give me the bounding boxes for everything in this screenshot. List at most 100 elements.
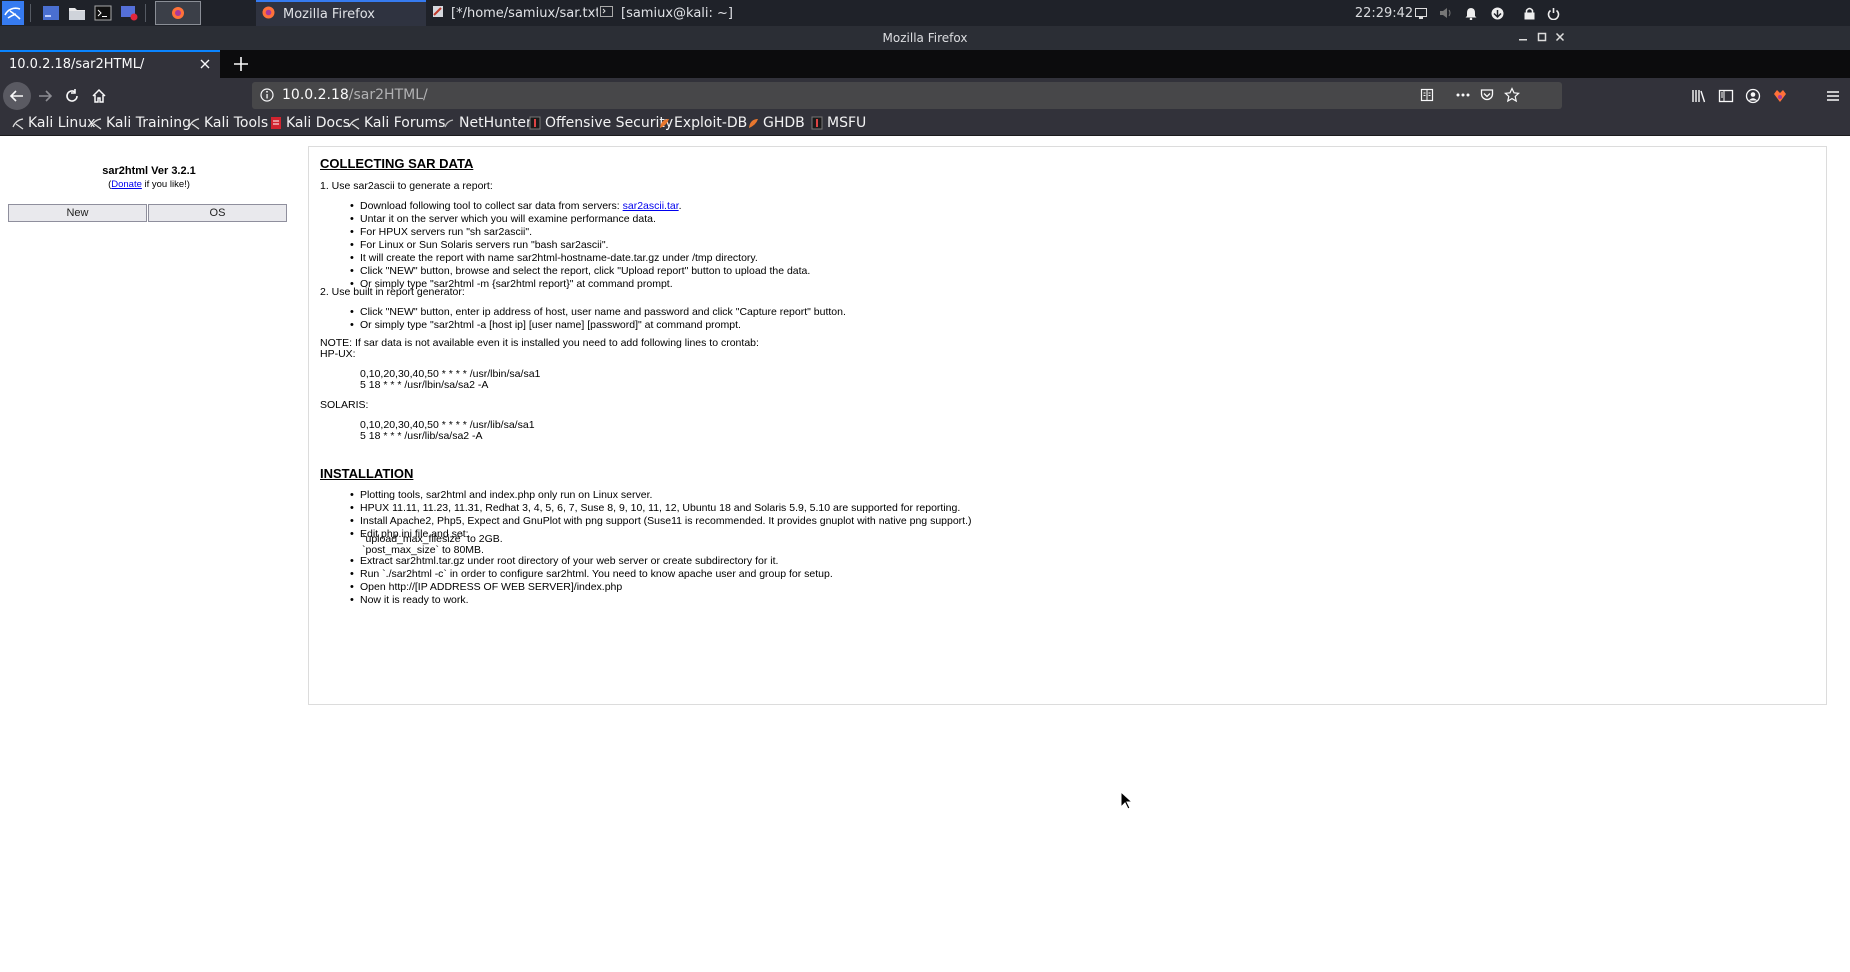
bookmark-ghdb[interactable]: GHDB bbox=[747, 115, 805, 131]
donate-link[interactable]: Donate bbox=[111, 179, 142, 190]
page-actions-icon[interactable] bbox=[1455, 88, 1471, 106]
library-icon[interactable] bbox=[1689, 86, 1709, 106]
list-item: Plotting tools, sar2html and index.php o… bbox=[350, 489, 972, 502]
minimize-icon[interactable] bbox=[1516, 30, 1530, 44]
list-item: Click "NEW" button, browse and select th… bbox=[350, 265, 810, 278]
new-button[interactable]: New bbox=[8, 204, 147, 222]
bookmark-kali-linux[interactable]: Kali Linux bbox=[12, 115, 95, 131]
terminal-small-icon bbox=[600, 5, 613, 21]
bookmark-msfu[interactable]: MSFU bbox=[811, 115, 866, 131]
bookmark-label: Kali Linux bbox=[28, 115, 96, 131]
network-icon[interactable] bbox=[1489, 0, 1505, 26]
sar2ascii-link[interactable]: sar2ascii.tar bbox=[623, 200, 679, 212]
kali-docs-icon bbox=[270, 116, 282, 130]
site-info-icon[interactable] bbox=[260, 88, 274, 106]
solaris-line: 5 18 * * * /usr/lib/sa/sa2 -A bbox=[360, 430, 483, 442]
ghdb-icon bbox=[747, 116, 759, 130]
account-icon[interactable] bbox=[1743, 86, 1763, 106]
lock-screen-icon[interactable] bbox=[1521, 0, 1537, 26]
download-suffix: . bbox=[678, 200, 682, 212]
extension-fox-icon[interactable] bbox=[1770, 86, 1790, 106]
nethunter-icon bbox=[443, 116, 455, 130]
url-text: 10.0.2.18/sar2HTML/ bbox=[282, 87, 428, 103]
clock[interactable]: 22:29:42 bbox=[1355, 0, 1413, 26]
hpux-line: 5 18 * * * /usr/lbin/sa/sa2 -A bbox=[360, 379, 489, 391]
bookmark-label: Offensive Security bbox=[545, 115, 674, 131]
close-window-icon[interactable] bbox=[1553, 30, 1567, 44]
bookmark-kali-training[interactable]: Kali Training bbox=[90, 115, 191, 131]
pocket-icon[interactable] bbox=[1480, 88, 1494, 106]
terminal-icon[interactable] bbox=[93, 3, 113, 23]
taskbar-label: [*/home/samiux/sar.txt ... bbox=[451, 5, 598, 21]
taskbar-firefox[interactable]: Mozilla Firefox bbox=[256, 0, 426, 26]
list-item: Install Apache2, Php5, Expect and GnuPlo… bbox=[350, 515, 972, 528]
kali-dragon-icon bbox=[348, 116, 360, 130]
bookmark-kali-docs[interactable]: Kali Docs bbox=[270, 115, 350, 131]
tab-sar2html[interactable]: 10.0.2.18/sar2HTML/ bbox=[0, 50, 220, 78]
sidebar-icon[interactable] bbox=[1716, 86, 1736, 106]
kali-menu-icon[interactable] bbox=[2, 1, 24, 25]
installation-heading: INSTALLATION bbox=[320, 466, 414, 481]
taskbar-label: [samiux@kali: ~] bbox=[621, 5, 733, 21]
donate-suffix: if you like!) bbox=[141, 179, 190, 190]
firefox-icon bbox=[262, 6, 275, 23]
taskbar-label: Mozilla Firefox bbox=[283, 6, 375, 22]
bookmark-exploit-db[interactable]: Exploit-DB bbox=[658, 115, 747, 131]
screen-recorder-icon[interactable] bbox=[119, 3, 139, 23]
help-panel: COLLECTING SAR DATA 1. Use sar2ascii to … bbox=[308, 146, 1827, 705]
list-item: Click "NEW" button, enter ip address of … bbox=[350, 306, 846, 319]
app-title: sar2html Ver 3.2.1 bbox=[102, 165, 196, 177]
power-icon[interactable] bbox=[1545, 0, 1561, 26]
list-item: Open http://[IP ADDRESS OF WEB SERVER]/i… bbox=[350, 581, 833, 594]
step1-text: 1. Use sar2ascii to generate a report: bbox=[320, 180, 493, 192]
maximize-icon[interactable] bbox=[1535, 30, 1549, 44]
bookmark-star-icon[interactable] bbox=[1504, 87, 1520, 107]
mouse-cursor-icon bbox=[1120, 790, 1134, 811]
close-tab-icon[interactable] bbox=[198, 57, 212, 71]
kali-dragon-icon bbox=[12, 116, 24, 130]
reload-button[interactable] bbox=[62, 86, 82, 106]
list-item: Or simply type "sar2html -a [host ip] [u… bbox=[350, 319, 846, 332]
volume-icon[interactable] bbox=[1438, 0, 1454, 26]
taskbar-terminal[interactable]: [samiux@kali: ~] bbox=[599, 0, 749, 26]
hpux-label: HP-UX: bbox=[320, 348, 356, 360]
exploit-db-icon bbox=[658, 116, 670, 130]
bookmarks-toolbar: Kali Linux Kali Training Kali Tools Kali… bbox=[0, 113, 1850, 136]
url-bar[interactable]: 10.0.2.18/sar2HTML/ bbox=[252, 82, 1562, 109]
window-titlebar: Mozilla Firefox bbox=[0, 26, 1850, 50]
url-host: 10.0.2.18 bbox=[282, 87, 349, 103]
solaris-label: SOLARIS: bbox=[320, 399, 369, 411]
bookmark-offensive-security[interactable]: Offensive Security bbox=[529, 115, 673, 131]
firefox-launcher-icon[interactable] bbox=[155, 1, 201, 25]
list-item: Now it is ready to work. bbox=[350, 594, 833, 607]
list-item: Download following tool to collect sar d… bbox=[350, 200, 810, 213]
forward-button[interactable] bbox=[35, 86, 55, 106]
url-path: /sar2HTML/ bbox=[348, 87, 428, 103]
navigation-toolbar: 10.0.2.18/sar2HTML/ bbox=[0, 78, 1850, 113]
bookmark-kali-forums[interactable]: Kali Forums bbox=[348, 115, 445, 131]
display-icon[interactable] bbox=[1414, 0, 1428, 26]
file-manager-icon[interactable] bbox=[67, 3, 87, 23]
taskbar-text-editor[interactable]: [*/home/samiux/sar.txt ... bbox=[430, 0, 598, 26]
os-button[interactable]: OS bbox=[148, 204, 287, 222]
bookmark-kali-tools[interactable]: Kali Tools bbox=[188, 115, 268, 131]
tab-title: 10.0.2.18/sar2HTML/ bbox=[9, 57, 145, 72]
download-text: Download following tool to collect sar d… bbox=[360, 200, 623, 212]
offsec-icon bbox=[529, 116, 541, 130]
step1-list: Download following tool to collect sar d… bbox=[350, 200, 810, 291]
hamburger-menu-icon[interactable] bbox=[1823, 86, 1843, 106]
bookmark-nethunter[interactable]: NetHunter bbox=[443, 115, 532, 131]
reader-view-icon[interactable] bbox=[1420, 88, 1434, 106]
new-tab-icon[interactable] bbox=[232, 55, 250, 73]
back-button[interactable] bbox=[3, 82, 31, 110]
notifications-icon[interactable] bbox=[1463, 0, 1479, 26]
step2-text: 2. Use built in report generator: bbox=[320, 286, 465, 298]
msfu-icon bbox=[811, 116, 823, 130]
show-desktop-icon[interactable] bbox=[41, 3, 61, 23]
home-button[interactable] bbox=[89, 86, 109, 106]
step2-list: Click "NEW" button, enter ip address of … bbox=[350, 306, 846, 332]
bookmark-label: Kali Training bbox=[106, 115, 191, 131]
bookmark-label: GHDB bbox=[763, 115, 805, 131]
list-item: It will create the report with name sar2… bbox=[350, 252, 810, 265]
kali-dragon-icon bbox=[90, 116, 102, 130]
